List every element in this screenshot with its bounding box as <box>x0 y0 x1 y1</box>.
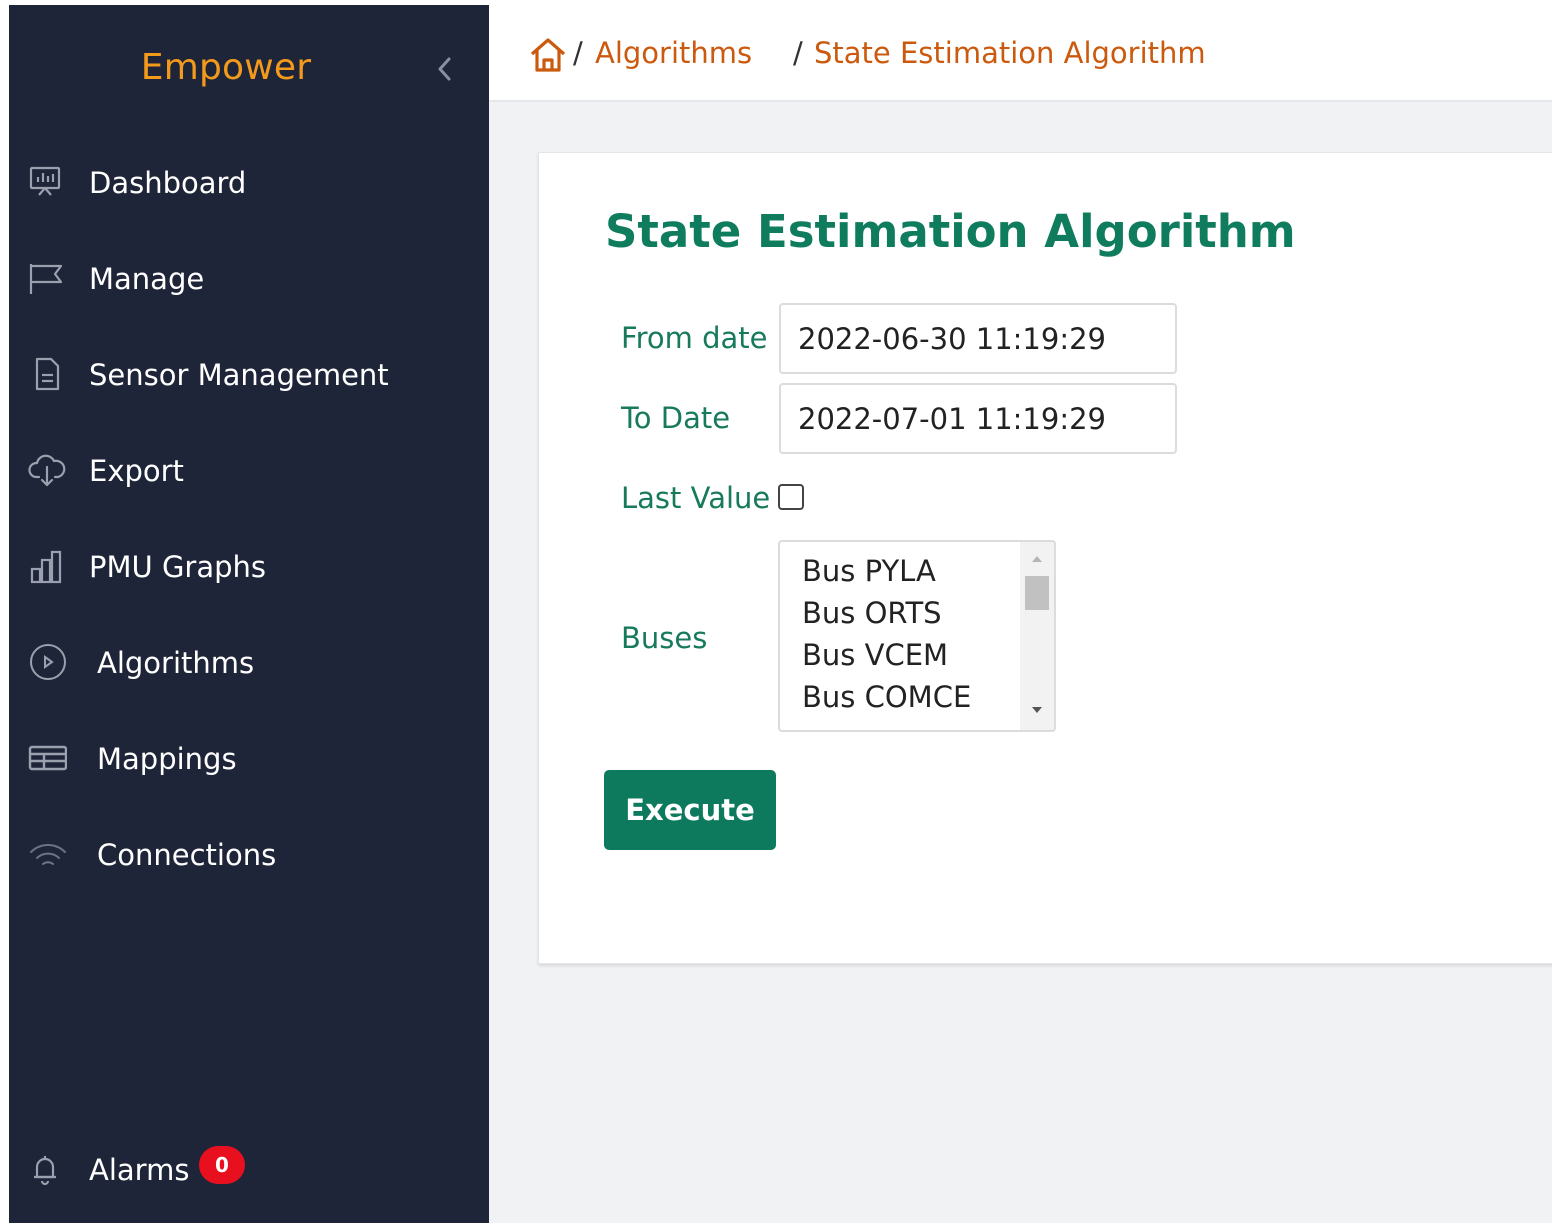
window-edge <box>0 0 9 1223</box>
sidebar-item-label: PMU Graphs <box>89 550 267 584</box>
alarms-count-badge: 0 <box>199 1146 245 1184</box>
sidebar-item-alarms[interactable]: Alarms 0 <box>9 1139 489 1199</box>
sidebar-item-mappings[interactable]: Mappings <box>9 728 489 788</box>
sidebar-item-label: Algorithms <box>97 646 255 680</box>
algorithm-card: State Estimation Algorithm From date To … <box>538 152 1552 964</box>
top-bar: / Algorithms / State Estimation Algorith… <box>489 0 1552 102</box>
sidebar-item-connections[interactable]: Connections <box>9 824 489 884</box>
page-title: State Estimation Algorithm <box>605 205 1296 258</box>
buses-label: Buses <box>621 621 708 655</box>
sidebar-item-label: Dashboard <box>89 166 247 200</box>
bar-chart-icon <box>27 546 67 586</box>
sidebar-item-algorithms[interactable]: Algorithms <box>9 632 489 692</box>
sidebar-item-label: Manage <box>89 262 205 296</box>
sidebar-item-label: Sensor Management <box>89 358 389 392</box>
bus-option[interactable]: Bus PYLA <box>802 554 936 588</box>
sidebar-item-export[interactable]: Export <box>9 440 489 500</box>
last-value-label: Last Value <box>621 481 771 515</box>
sidebar-item-label: Export <box>89 454 184 488</box>
cloud-download-icon <box>27 450 67 490</box>
table-icon <box>27 738 68 778</box>
wifi-icon <box>27 834 67 874</box>
from-date-input[interactable] <box>779 303 1177 374</box>
breadcrumb-algorithms[interactable]: Algorithms <box>595 36 752 70</box>
presentation-board-icon <box>27 162 67 202</box>
scroll-down-arrow-icon[interactable] <box>1020 698 1054 722</box>
breadcrumb-current[interactable]: State Estimation Algorithm <box>814 36 1206 70</box>
chevron-left-icon <box>438 57 451 81</box>
from-date-label: From date <box>621 321 768 355</box>
execute-button[interactable]: Execute <box>604 770 776 850</box>
bus-option[interactable]: Bus ORTS <box>802 596 942 630</box>
play-circle-icon <box>27 642 67 682</box>
main-content: / Algorithms / State Estimation Algorith… <box>489 0 1552 1223</box>
bus-option[interactable]: Bus COMCE <box>802 680 971 714</box>
sidebar-item-manage[interactable]: Manage <box>9 248 489 308</box>
sidebar-item-pmu-graphs[interactable]: PMU Graphs <box>9 536 489 596</box>
sidebar-item-label: Connections <box>97 838 277 872</box>
to-date-label: To Date <box>621 401 731 435</box>
bus-option[interactable]: Bus VCEM <box>802 638 948 672</box>
last-value-checkbox[interactable] <box>778 484 804 510</box>
bell-icon <box>27 1149 67 1189</box>
sidebar: Empower Dashboard Manage Sensor Manageme… <box>9 5 489 1223</box>
sidebar-collapse-button[interactable] <box>429 49 461 89</box>
brand-logo[interactable]: Empower <box>9 47 443 88</box>
buses-scrollbar[interactable] <box>1020 542 1054 730</box>
sidebar-item-label: Mappings <box>97 742 237 776</box>
flag-icon <box>27 258 67 298</box>
app-root: Empower Dashboard Manage Sensor Manageme… <box>0 0 1552 1223</box>
sidebar-item-label: Alarms <box>89 1153 190 1187</box>
document-icon <box>27 354 67 394</box>
sidebar-item-dashboard[interactable]: Dashboard <box>9 152 489 212</box>
sidebar-item-sensor-management[interactable]: Sensor Management <box>9 344 489 404</box>
scroll-thumb[interactable] <box>1025 576 1049 610</box>
breadcrumb-separator: / <box>793 36 803 70</box>
scroll-up-arrow-icon[interactable] <box>1020 546 1054 570</box>
buses-select[interactable]: Bus PYLA Bus ORTS Bus VCEM Bus COMCE <box>778 540 1056 732</box>
to-date-input[interactable] <box>779 383 1177 454</box>
home-icon[interactable] <box>529 36 567 74</box>
breadcrumb-separator: / <box>573 36 583 70</box>
